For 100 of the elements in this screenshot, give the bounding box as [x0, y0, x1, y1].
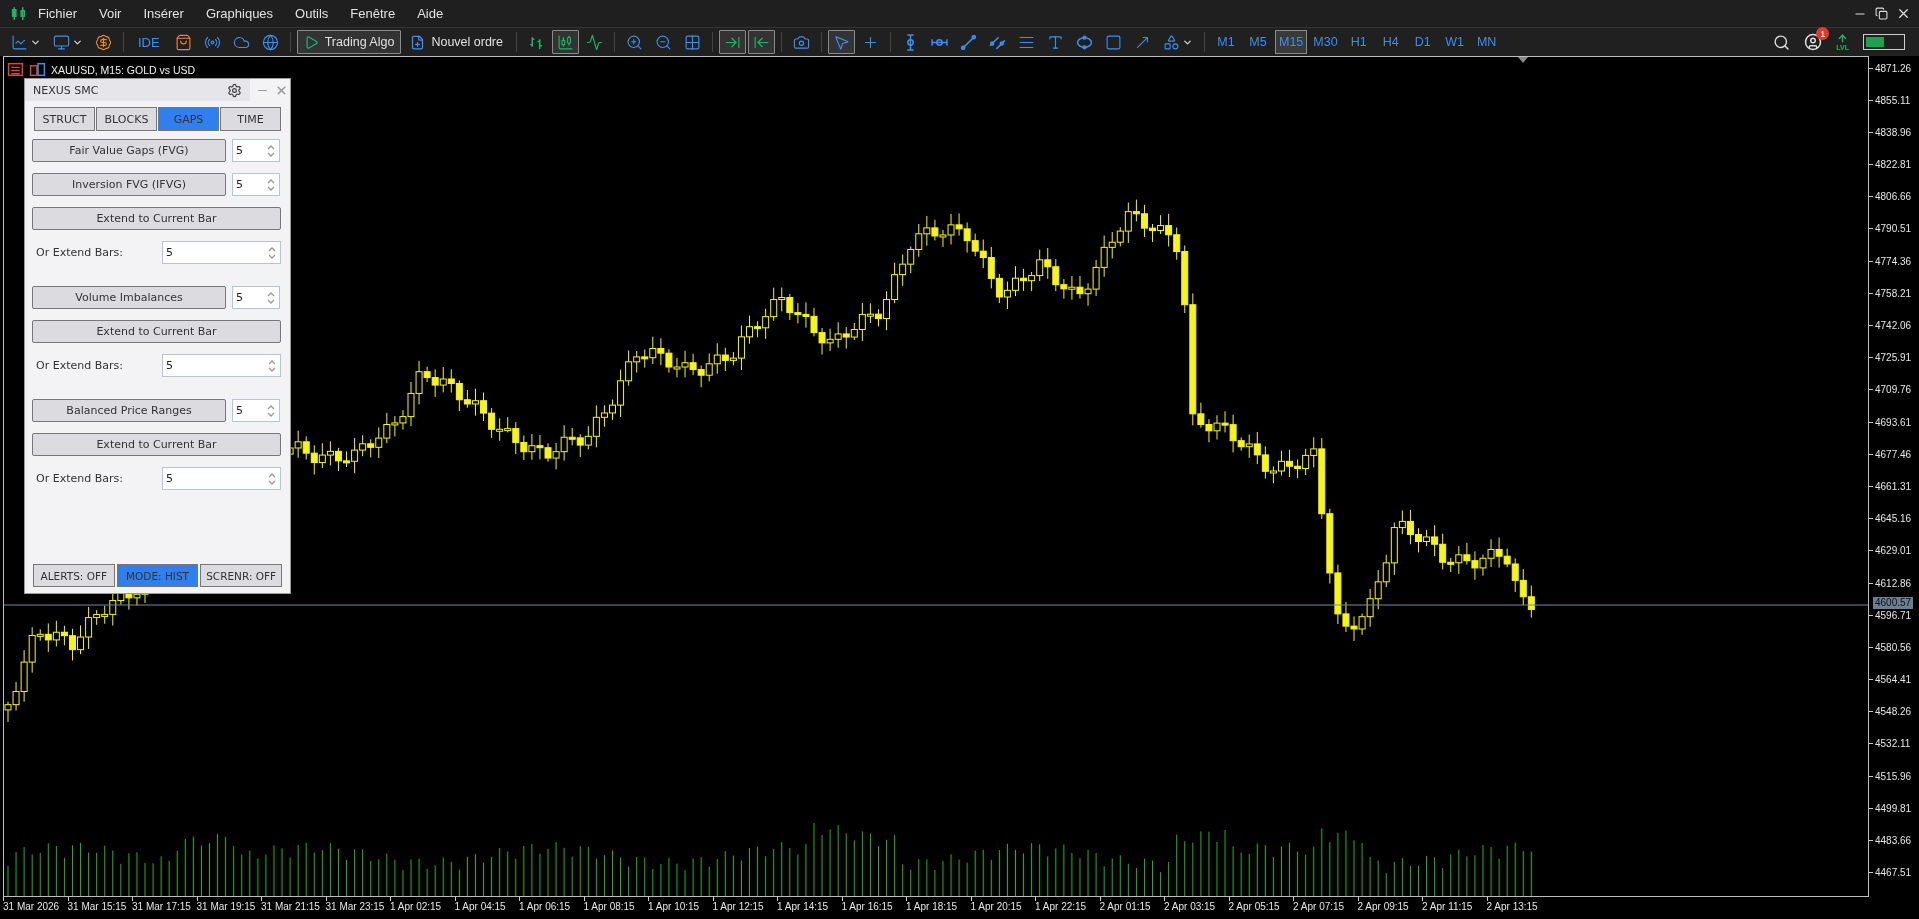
- timeframe-button[interactable]: M1: [1211, 30, 1241, 54]
- spinner-arrows-icon[interactable]: [267, 143, 275, 158]
- line-chart-icon: [11, 33, 28, 51]
- timeframe-button[interactable]: M5: [1243, 30, 1273, 54]
- time-label: 1 Apr 16:15: [841, 897, 906, 919]
- time-label: 2 Apr 03:15: [1164, 897, 1229, 919]
- spinner-arrows-icon[interactable]: [267, 290, 275, 305]
- price-label: 4580.56: [1869, 640, 1919, 655]
- extend-button[interactable]: Extend to Current Bar: [32, 433, 281, 456]
- menu-item[interactable]: Aide: [406, 6, 455, 21]
- toggle-button[interactable]: Balanced Price Ranges: [32, 399, 226, 422]
- extend-button[interactable]: Extend to Current Bar: [32, 320, 281, 343]
- time-label: 31 Mar 19:15: [196, 897, 261, 919]
- price-label: 4645.16: [1869, 511, 1919, 526]
- time-label: 2 Apr 13:15: [1486, 897, 1551, 919]
- panel-tab[interactable]: TIME: [220, 107, 281, 131]
- search-icon[interactable]: [1773, 33, 1791, 51]
- menu-item[interactable]: Voir: [88, 6, 133, 21]
- price-label: 4822.81: [1869, 157, 1919, 172]
- time-label: 1 Apr 12:15: [712, 897, 777, 919]
- timeframe-button[interactable]: MN: [1471, 30, 1502, 54]
- price-label: 4871.26: [1869, 61, 1919, 75]
- menu-item[interactable]: Fichier: [27, 6, 88, 21]
- extend-button[interactable]: Extend to Current Bar: [32, 207, 281, 230]
- number-field[interactable]: 5: [232, 173, 280, 196]
- spinner-arrows-icon[interactable]: [268, 358, 276, 373]
- toggle-button[interactable]: Volume Imbalances: [32, 286, 226, 309]
- price-label: 4774.36: [1869, 254, 1919, 269]
- footer-button[interactable]: ALERTS: OFF: [33, 564, 115, 587]
- timeframe-button[interactable]: D1: [1407, 30, 1438, 54]
- number-field[interactable]: 5: [232, 286, 280, 309]
- price-label: 4838.96: [1869, 125, 1919, 140]
- price-label: 4629.01: [1869, 543, 1919, 558]
- time-label: 2 Apr 11:15: [1422, 897, 1487, 919]
- time-label: 31 Mar 21:15: [261, 897, 326, 919]
- menu-item[interactable]: Insérer: [132, 6, 195, 21]
- price-label: 4661.31: [1869, 479, 1919, 494]
- time-label: 1 Apr 22:15: [1035, 897, 1100, 919]
- panel-tab[interactable]: BLOCKS: [96, 107, 157, 131]
- spinner-arrows-icon[interactable]: [267, 177, 275, 192]
- field-label: Or Extend Bars:: [35, 359, 124, 372]
- price-label: 4758.21: [1869, 286, 1919, 301]
- restore-icon[interactable]: [1875, 7, 1888, 20]
- price-label: 4564.41: [1869, 672, 1919, 687]
- number-field[interactable]: 5: [232, 399, 280, 422]
- time-label: 1 Apr 02:15: [390, 897, 455, 919]
- time-label: 1 Apr 18:15: [906, 897, 971, 919]
- scroll-end-icon[interactable]: [719, 30, 746, 54]
- time-label: 31 Mar 23:15: [325, 897, 390, 919]
- time-label: 1 Apr 14:15: [777, 897, 842, 919]
- time-label: 2 Apr 07:15: [1293, 897, 1358, 919]
- chart-shift-marker[interactable]: [1518, 57, 1528, 63]
- time-label: 1 Apr 06:15: [519, 897, 584, 919]
- price-label: 4742.06: [1869, 318, 1919, 333]
- panel-tab[interactable]: STRUCT: [34, 107, 95, 131]
- number-field[interactable]: 5: [162, 241, 281, 264]
- shapes-icon: [1163, 33, 1180, 51]
- timeframe-button[interactable]: W1: [1439, 30, 1470, 54]
- toggle-button[interactable]: Fair Value Gaps (FVG): [32, 139, 226, 162]
- account-icon[interactable]: [1804, 33, 1823, 51]
- menu-item[interactable]: Graphiques: [194, 6, 285, 21]
- chart-window-icon: [29, 61, 46, 78]
- price-label: 4725.91: [1869, 350, 1919, 365]
- shift-end-icon[interactable]: [748, 30, 775, 54]
- price-label: 4677.46: [1869, 447, 1919, 462]
- timeframe-button[interactable]: M30: [1309, 30, 1342, 54]
- time-label: 1 Apr 10:15: [648, 897, 713, 919]
- price-label: 4532.11: [1869, 736, 1919, 751]
- footer-button[interactable]: SCRENR: OFF: [200, 564, 282, 587]
- price-label: 4548.26: [1869, 704, 1919, 719]
- spinner-arrows-icon[interactable]: [268, 245, 276, 260]
- number-field[interactable]: 5: [232, 139, 280, 162]
- menu-item[interactable]: Fenêtre: [339, 6, 407, 21]
- notification-badge: 1: [1816, 27, 1830, 40]
- toggle-button[interactable]: Inversion FVG (IFVG): [32, 173, 226, 196]
- ide-link[interactable]: IDE: [130, 34, 168, 50]
- price-label: 4709.76: [1869, 382, 1919, 397]
- settings-icon[interactable]: [227, 82, 242, 98]
- toolbar-button[interactable]: Trading Algo: [296, 30, 402, 54]
- menu-item[interactable]: Outils: [284, 6, 340, 21]
- chart-symbol-title: XAUUSD, M15: GOLD vs USD: [51, 63, 196, 76]
- timeframe-button[interactable]: H4: [1375, 30, 1406, 54]
- time-label: 2 Apr 05:15: [1228, 897, 1293, 919]
- field-label: Or Extend Bars:: [35, 472, 124, 485]
- current-price-label: 4600.57: [1873, 597, 1914, 609]
- spinner-arrows-icon[interactable]: [267, 403, 275, 418]
- close-icon[interactable]: [1896, 6, 1911, 21]
- number-field[interactable]: 5: [162, 467, 281, 490]
- cursor-icon[interactable]: [828, 30, 855, 54]
- toolbar-button[interactable]: Nouvel ordre: [403, 30, 510, 54]
- price-label: 4467.51: [1869, 865, 1919, 880]
- candlestick-icon[interactable]: [552, 30, 579, 54]
- timeframe-button[interactable]: H1: [1343, 30, 1374, 54]
- price-label: 4515.96: [1869, 769, 1919, 784]
- price-label: 4612.86: [1869, 576, 1919, 590]
- spinner-arrows-icon[interactable]: [268, 471, 276, 486]
- price-label: 4483.66: [1869, 833, 1919, 848]
- time-label: 31 Mar 17:15: [132, 897, 197, 919]
- number-field[interactable]: 5: [162, 354, 281, 377]
- app-logo-icon: [10, 5, 27, 22]
